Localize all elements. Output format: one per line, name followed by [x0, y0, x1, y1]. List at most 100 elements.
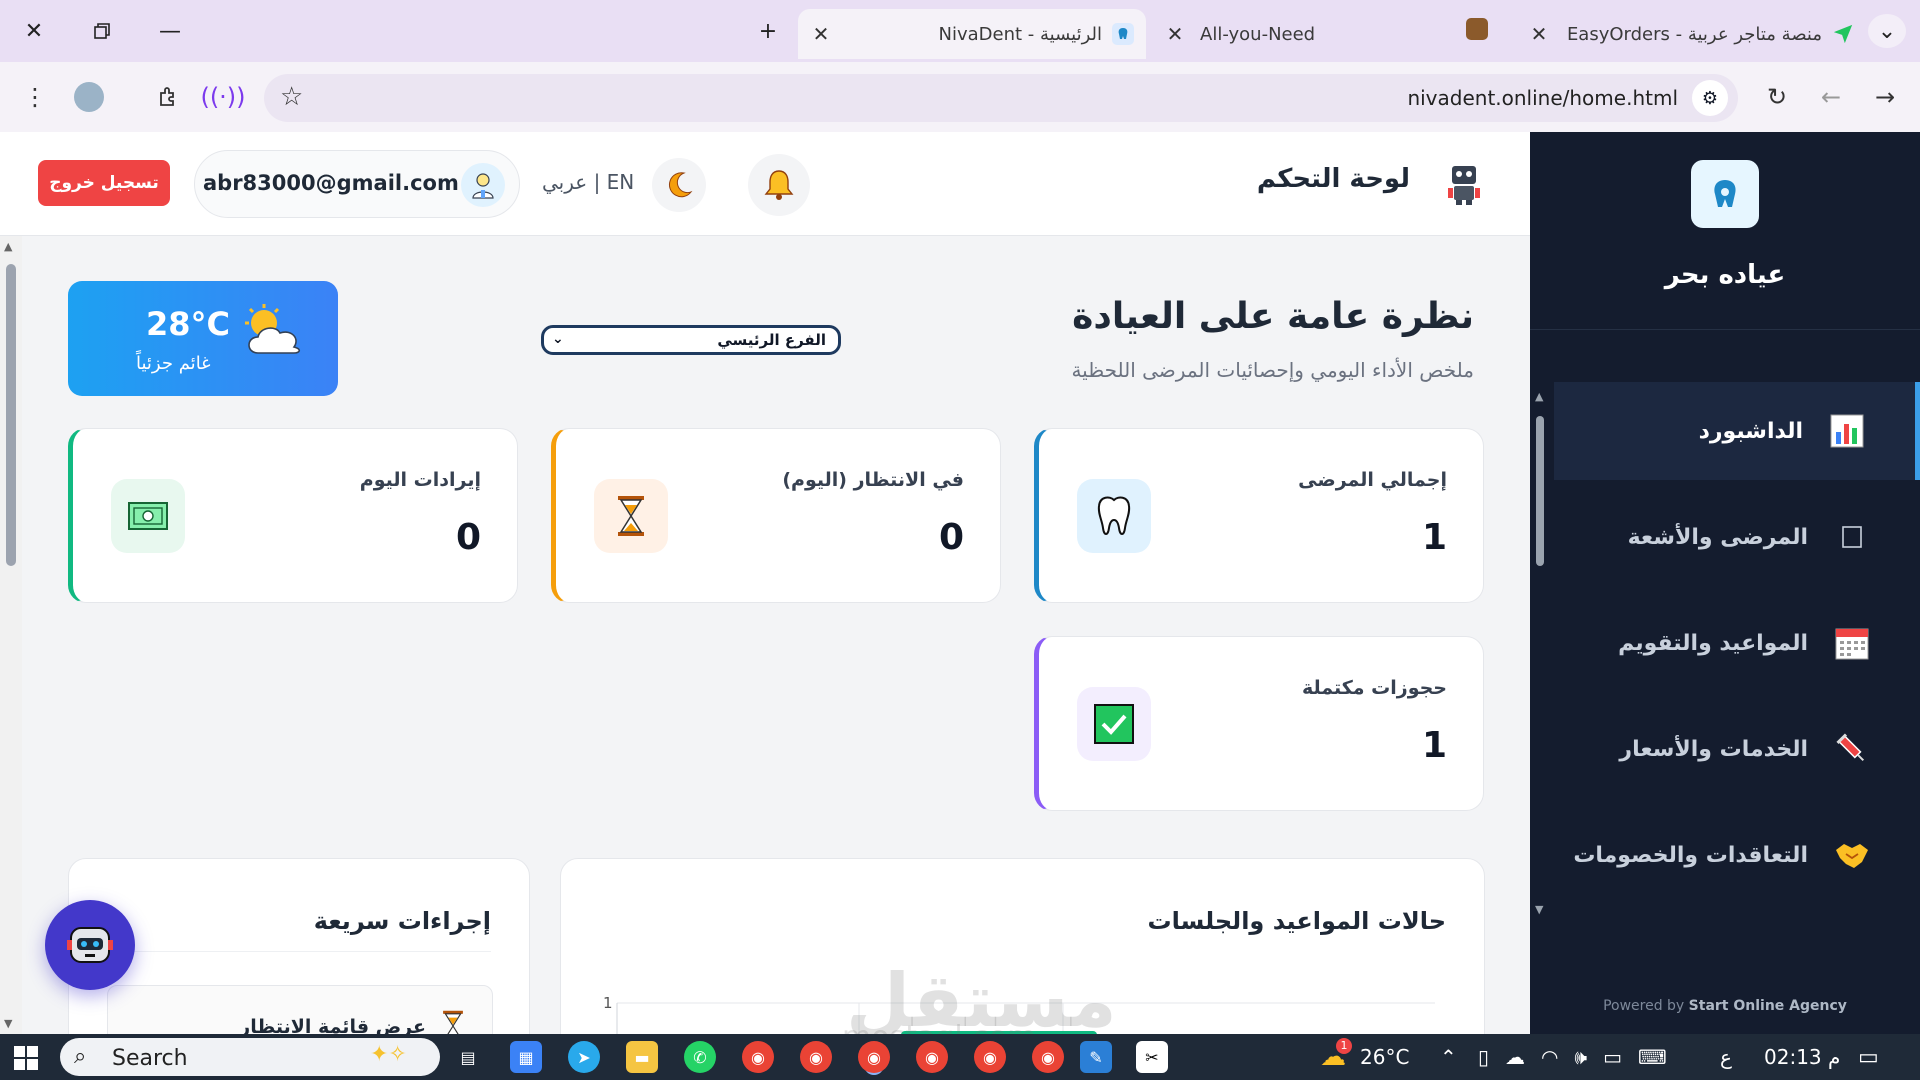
tab-all-you-need[interactable]: ✕ All-you-Need: [1160, 9, 1330, 59]
chat-bot-button[interactable]: [45, 900, 135, 990]
header-title: لوحة التحكم: [1256, 164, 1410, 194]
sidebar: عياده بحر ▲ ▼ الداشبورد المرضى والأشعة ا…: [1530, 132, 1920, 1034]
robot-icon: [1444, 162, 1484, 206]
tab-title: EasyOrders - منصة متاجر عربية: [1566, 23, 1822, 45]
tab-title: All-you-Need: [1200, 23, 1316, 45]
task-view-icon[interactable]: ▤: [452, 1041, 484, 1073]
browser-address-bar: ⋮ ((·)) ☆ nivadent.online/home.html ⚙ ↻ …: [0, 62, 1920, 132]
user-pill[interactable]: abr83000@gmail.com: [194, 150, 520, 218]
stat-value: 1: [1421, 517, 1447, 558]
tab-close-icon[interactable]: ✕: [806, 22, 836, 46]
search-icon: ⌕: [74, 1044, 87, 1069]
browser-menu-icon[interactable]: ⋮: [16, 78, 54, 116]
cast-icon[interactable]: ((·)): [200, 78, 245, 116]
chart-y-tick-label: 1: [603, 994, 613, 1012]
stat-value: 1: [1421, 725, 1447, 766]
site-settings-icon[interactable]: ⚙: [1692, 80, 1728, 116]
partly-cloudy-icon: [240, 303, 306, 359]
stat-value: 0: [938, 517, 964, 558]
user-avatar-icon: [461, 163, 505, 207]
page-scrollbar[interactable]: ▲ ▼: [0, 236, 22, 1034]
tab-nivadent[interactable]: ✕ NivaDent - الرئيسية: [798, 9, 1146, 59]
store-icon[interactable]: ▦: [510, 1041, 542, 1073]
back-arrow-icon[interactable]: →: [1866, 78, 1904, 116]
capcut-icon[interactable]: ✂: [1136, 1041, 1168, 1073]
taskbar: ⌕ Search ✦✧ ▤ ▦ ➤ ▬ ✆ ◉ ◉ ◉ ◉ ◉ ◉ ✎ ✂ ☁ …: [0, 1034, 1920, 1080]
clock[interactable]: 02:13 م: [1764, 1034, 1840, 1080]
powered-by: Powered by Start Online Agency: [1530, 998, 1920, 1014]
omnibox[interactable]: ☆ nivadent.online/home.html ⚙: [264, 74, 1738, 122]
weather-condition: غائم جزئياً: [136, 353, 211, 374]
notifications-bell-icon[interactable]: [748, 154, 810, 216]
handshake-icon: [1834, 837, 1870, 873]
windows-start-icon[interactable]: [14, 1046, 38, 1070]
clinic-name: عياده بحر: [1664, 260, 1786, 290]
chrome-icon-5[interactable]: ◉: [974, 1041, 1006, 1073]
chrome-icon-1[interactable]: ◉: [742, 1041, 774, 1073]
checkbox-icon: [1834, 519, 1870, 555]
page-subtitle: ملخص الأداء اليومي وإحصائيات المرضى اللح…: [1071, 358, 1474, 382]
bar-chart-icon: [1829, 413, 1865, 449]
notifications-icon[interactable]: ▭: [1858, 1034, 1879, 1080]
logout-button[interactable]: تسجيل خروج: [38, 160, 170, 206]
stat-card-completed[interactable]: حجوزات مكتملة 1: [1034, 636, 1484, 811]
dark-mode-moon-icon[interactable]: [652, 158, 706, 212]
whatsapp-icon[interactable]: ✆: [684, 1041, 716, 1073]
app-header: لوحة التحكم عربي | EN abr83000@gmail.com…: [0, 132, 1530, 236]
syringe-icon: [1834, 731, 1870, 767]
tab-close-icon[interactable]: ✕: [1524, 22, 1554, 46]
chrome-icon-6[interactable]: ◉: [1032, 1041, 1064, 1073]
stat-card-total-patients[interactable]: إجمالي المرضى 1: [1034, 428, 1484, 603]
sidebar-item-label: المواعيد والتقويم: [1618, 630, 1808, 656]
sidebar-scrollbar[interactable]: ▲ ▼: [1530, 386, 1552, 916]
search-placeholder: Search: [112, 1046, 188, 1071]
chrome-icon-3[interactable]: ◉: [858, 1041, 890, 1073]
reload-icon[interactable]: ↻: [1758, 78, 1796, 116]
tab-easyorders[interactable]: ✕ EasyOrders - منصة متاجر عربية: [1524, 9, 1854, 59]
panel-divider: [107, 951, 491, 952]
page-scroll-thumb[interactable]: [6, 264, 16, 566]
clinic-logo[interactable]: [1691, 160, 1759, 228]
forward-arrow-icon[interactable]: ←: [1812, 78, 1850, 116]
file-explorer-icon[interactable]: ▬: [626, 1041, 658, 1073]
paint-icon[interactable]: ✎: [1080, 1041, 1112, 1073]
powered-brand[interactable]: Start Online Agency: [1689, 998, 1847, 1014]
powered-prefix: Powered by: [1603, 998, 1685, 1014]
system-tray-icons[interactable]: ▯ ☁ ◠ 🕪 ▭ ⌨: [1478, 1034, 1667, 1080]
chrome-icon-4[interactable]: ◉: [916, 1041, 948, 1073]
branch-selected: الفرع الرئيسي: [717, 331, 826, 349]
sidebar-item-label: الداشبورد: [1698, 418, 1803, 444]
input-language[interactable]: ع: [1720, 1034, 1732, 1080]
taskbar-weather[interactable]: ☁ 1 26°C: [1320, 1034, 1409, 1080]
sparkle-icon: ✦✧: [370, 1042, 407, 1067]
stat-card-revenue[interactable]: إيرادات اليوم 0: [68, 428, 518, 603]
window-close-icon[interactable]: ✕: [16, 14, 52, 48]
chevron-up-icon[interactable]: ⌃: [1440, 1034, 1457, 1080]
sidebar-item-dashboard[interactable]: الداشبورد: [1554, 382, 1920, 480]
chrome-icon-2[interactable]: ◉: [800, 1041, 832, 1073]
bookmark-star-icon[interactable]: ☆: [280, 82, 303, 112]
taskbar-search[interactable]: ⌕ Search ✦✧: [60, 1038, 440, 1076]
sidebar-scroll-thumb[interactable]: [1536, 416, 1544, 566]
language-switch[interactable]: عربي | EN: [542, 170, 634, 194]
stat-label: في الانتظار (اليوم): [782, 469, 964, 491]
sidebar-item-appointments[interactable]: المواعيد والتقويم: [1554, 594, 1920, 692]
telegram-icon[interactable]: ➤: [568, 1041, 600, 1073]
sidebar-item-services[interactable]: الخدمات والأسعار: [1554, 700, 1920, 798]
stat-card-waiting[interactable]: في الانتظار (اليوم) 0: [551, 428, 1001, 603]
extensions-icon[interactable]: [150, 78, 188, 116]
branch-select[interactable]: ⌄ الفرع الرئيسي: [541, 325, 841, 355]
taskbar-weather-temp: 26°C: [1360, 1045, 1410, 1069]
tab-close-icon[interactable]: ✕: [1160, 22, 1190, 46]
sidebar-item-contracts[interactable]: التعاقدات والخصومات: [1554, 806, 1920, 904]
tab-title: NivaDent - الرئيسية: [938, 23, 1103, 45]
stat-value: 0: [455, 517, 481, 558]
window-minimize-icon[interactable]: —: [152, 14, 188, 48]
tab-search-chevron-icon[interactable]: ⌄: [1868, 14, 1906, 48]
window-restore-icon[interactable]: [84, 14, 120, 48]
new-tab-icon[interactable]: +: [750, 14, 786, 48]
sidebar-item-patients[interactable]: المرضى والأشعة: [1554, 488, 1920, 586]
profile-avatar[interactable]: [70, 78, 108, 116]
url-text[interactable]: nivadent.online/home.html: [1407, 74, 1678, 122]
tooth-icon: [1077, 479, 1151, 553]
